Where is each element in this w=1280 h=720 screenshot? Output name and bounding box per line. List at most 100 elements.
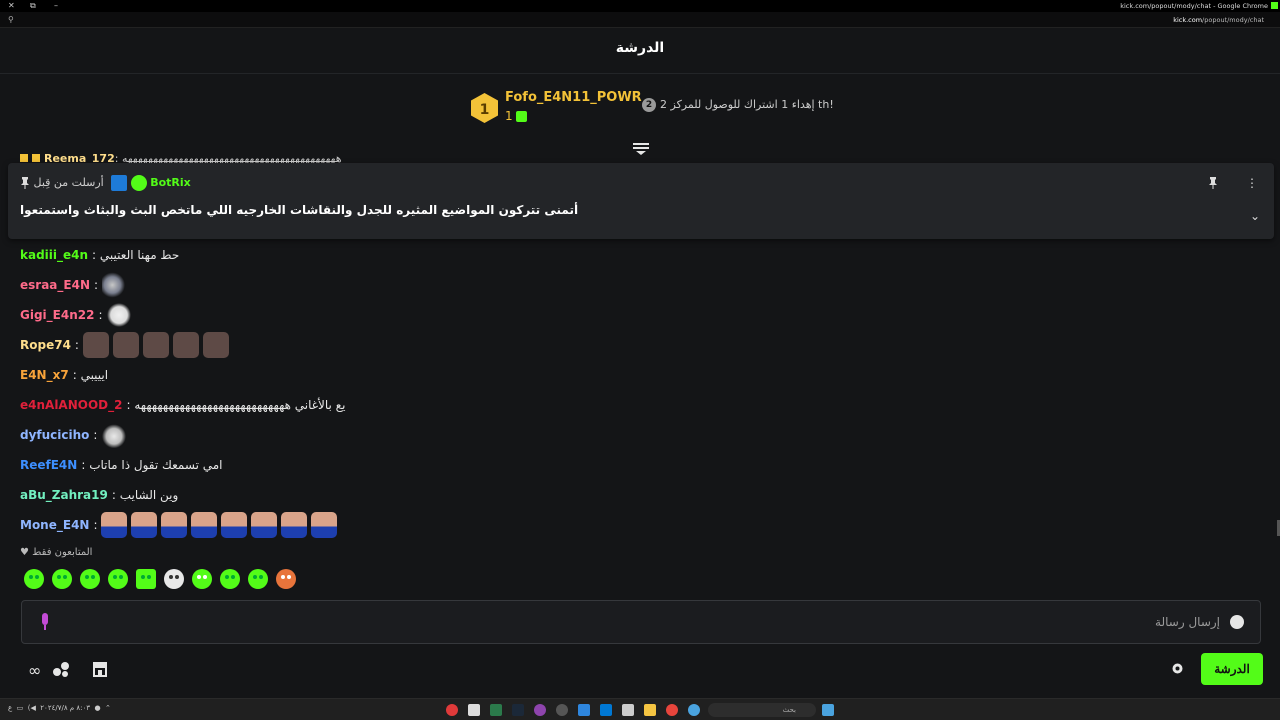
minimize-window-icon[interactable]: – [54, 1, 58, 10]
volume-icon[interactable]: ◀) [28, 704, 36, 712]
message-text: حط مهنا العتيبي [99, 248, 180, 262]
badge-icon [20, 154, 28, 162]
message-username[interactable]: Rope74 [20, 338, 71, 352]
emote-button[interactable] [108, 569, 128, 589]
message-separator: : [111, 488, 116, 502]
message-text: وين الشايب [119, 488, 179, 502]
infinity-icon[interactable]: ∞ [28, 661, 41, 680]
clock-time: ٨:٠٣ م [69, 704, 91, 712]
bubbles-icon[interactable] [52, 660, 70, 678]
taskbar-search-label: بحث [782, 706, 796, 714]
rank-2-badge-icon: 2 [642, 98, 656, 112]
mail-icon[interactable] [600, 704, 612, 716]
emote-image [251, 512, 278, 538]
store-taskbar-icon[interactable] [622, 704, 634, 716]
message-username[interactable]: aBu_Zahra19 [20, 488, 108, 502]
emoji-picker-icon[interactable] [1230, 615, 1244, 629]
folder-icon[interactable] [644, 704, 656, 716]
message-input-box[interactable] [21, 600, 1261, 644]
system-tray: ٨:٠٣ م ٢٠٢٤/٧/٨ ◀) ▭ ع ● ⌃ [8, 704, 111, 712]
collapse-leaderboard-icon[interactable] [632, 141, 650, 155]
more-options-icon[interactable]: ⋮ [1246, 176, 1258, 190]
url-text[interactable]: kick.com/popout/mody/chat [1173, 16, 1264, 24]
store-icon[interactable] [92, 661, 108, 677]
app-icon[interactable] [534, 704, 546, 716]
emote-image [172, 332, 199, 358]
pinned-author[interactable]: BotRix [150, 176, 191, 189]
moderator-badge-icon [111, 175, 128, 191]
app-icon[interactable] [468, 704, 480, 716]
message-username[interactable]: kadiii_e4n [20, 248, 88, 262]
unpin-icon[interactable] [1208, 177, 1218, 189]
message-separator: : [93, 278, 99, 292]
emote-button[interactable] [248, 569, 268, 589]
message-username[interactable]: ReefE4N [20, 458, 77, 472]
app-icon[interactable] [556, 704, 568, 716]
app-icon[interactable] [688, 704, 700, 716]
taskbar-search[interactable]: بحث [708, 703, 816, 717]
emote-image [131, 512, 158, 538]
close-window-icon[interactable]: ✕ [8, 1, 15, 10]
next-rank-text: إهداء 1 اشتراك للوصول للمركز 2 th! [660, 98, 834, 111]
gift-icon [516, 111, 527, 122]
browser-title-bar: ✕ ⧉ – kick.com/popout/mody/chat - Google… [0, 0, 1280, 12]
chat-message: e4nAlANOOD_2: يع بالأغاني هههههههههههههه… [20, 390, 1260, 420]
chat-footer: ∞ الدرشة [0, 650, 1280, 690]
restore-window-icon[interactable]: ⧉ [30, 1, 36, 11]
message-text: ايييبي [80, 368, 109, 382]
message-separator: : [81, 458, 86, 472]
message-separator: : [93, 518, 98, 532]
emote-button[interactable] [220, 569, 240, 589]
chevron-up-icon[interactable]: ⌃ [105, 704, 111, 712]
message-text: امي تسمعك تقول ذا ماتاب [89, 458, 223, 472]
chrome-icon[interactable] [666, 704, 678, 716]
emote-image [202, 332, 229, 358]
app-icon[interactable] [578, 704, 590, 716]
top-gifter-name[interactable]: Fofo_E4N11_POWR [505, 90, 642, 105]
microphone-icon[interactable] [40, 613, 50, 631]
url-path: /popout/mody/chat [1202, 16, 1264, 24]
emote-button[interactable] [192, 569, 212, 589]
key-icon[interactable]: ⚲ [8, 15, 14, 24]
emote-image [106, 302, 133, 328]
send-chat-button[interactable]: الدرشة [1201, 653, 1263, 685]
windows-start-icon[interactable] [822, 704, 834, 716]
followers-only-notice: ♥ المتابعون فقط [20, 547, 92, 558]
chat-message-input[interactable] [62, 611, 1220, 633]
pin-icon [21, 177, 29, 189]
message-username[interactable]: E4N_x7 [20, 368, 69, 382]
language-indicator[interactable]: ع [8, 704, 12, 712]
message-separator: : [126, 398, 131, 412]
emote-button[interactable] [136, 569, 156, 589]
steam-icon[interactable] [512, 704, 524, 716]
message-username[interactable]: e4nAlANOOD_2 [20, 398, 122, 412]
chat-header: الدرشة [0, 28, 1280, 74]
settings-gear-icon[interactable] [1171, 662, 1184, 675]
sent-by-label: أرسلت من قِبل [33, 176, 104, 189]
message-username[interactable]: dyfuciciho [20, 428, 89, 442]
chat-message: aBu_Zahra19: وين الشايب [20, 480, 1260, 510]
quick-emote-bar [24, 569, 304, 593]
emote-button[interactable] [52, 569, 72, 589]
app-icon[interactable] [490, 704, 502, 716]
message-username[interactable]: Gigi_E4n22 [20, 308, 94, 322]
app-icon[interactable] [446, 704, 458, 716]
badge-icon [32, 154, 40, 162]
clock[interactable]: ٨:٠٣ م ٢٠٢٤/٧/٨ [40, 704, 90, 712]
address-bar[interactable]: ⚲ kick.com/popout/mody/chat [0, 12, 1280, 28]
chat-message: dyfuciciho: [20, 420, 1260, 450]
emote-button[interactable] [164, 569, 184, 589]
mic-tray-icon[interactable]: ● [94, 704, 100, 712]
emote-button[interactable] [276, 569, 296, 589]
gift-leaderboard[interactable]: 1 Fofo_E4N11_POWR 1 2 إهداء 1 اشتراك للوص… [0, 74, 1280, 140]
rank-number: 1 [480, 102, 490, 118]
emote-image [142, 332, 169, 358]
chat-message: esraa_E4N: [20, 270, 1260, 300]
network-icon[interactable]: ▭ [17, 704, 24, 712]
message-username[interactable]: esraa_E4N [20, 278, 90, 292]
emote-button[interactable] [80, 569, 100, 589]
message-username[interactable]: Mone_E4N [20, 518, 89, 532]
emote-button[interactable] [24, 569, 44, 589]
chevron-down-icon[interactable]: ⌄ [1250, 209, 1260, 223]
pinned-message[interactable]: أرسلت من قِبل BotRix أتمنى تتركون المواض… [8, 163, 1274, 239]
